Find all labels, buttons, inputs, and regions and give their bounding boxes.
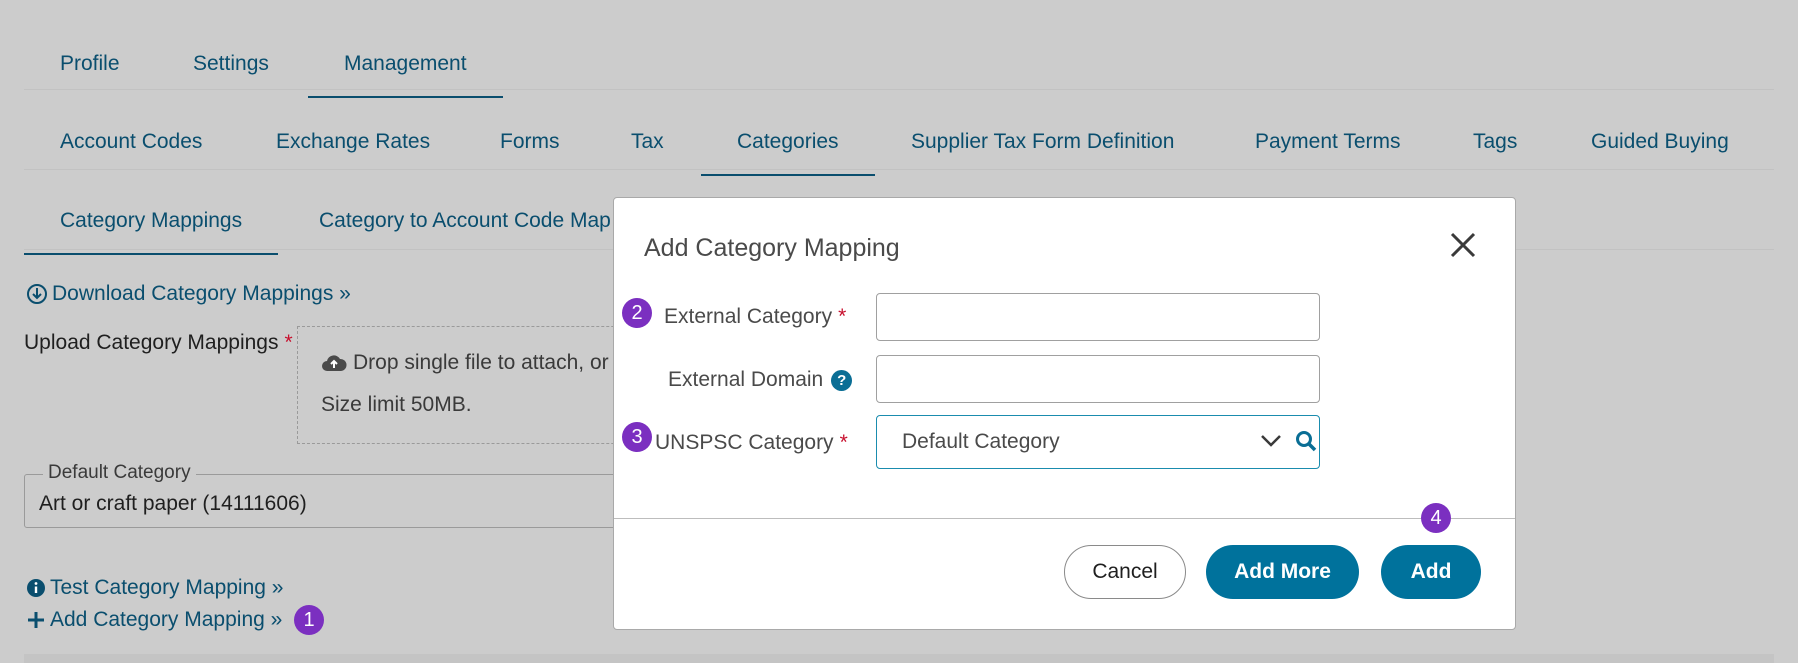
add-link-text: Add Category Mapping » [50,608,283,631]
cloud-upload-icon [322,355,347,371]
management-tab-bar: Account Codes Exchange Rates Forms Tax C… [24,89,1774,176]
test-category-mapping-link[interactable]: Test Category Mapping » [26,576,283,600]
external-domain-label: External Domain ? [668,368,853,392]
test-link-text: Test Category Mapping » [50,576,284,599]
search-icon[interactable] [1295,430,1317,452]
unspsc-category-select[interactable]: Default Category [876,415,1320,469]
step-badge-2: 2 [622,298,652,328]
step-badge-1: 1 [294,605,324,635]
tab-management[interactable]: Management [308,52,503,98]
tab-payment-terms[interactable]: Payment Terms [1255,130,1401,154]
tab-category-to-account-code[interactable]: Category to Account Code Map [319,209,611,233]
tab-supplier-tax-form-definition[interactable]: Supplier Tax Form Definition [911,130,1174,154]
size-limit-text: Size limit 50MB. [321,393,472,416]
required-marker: * [839,431,848,454]
tab-settings[interactable]: Settings [193,52,269,76]
step-badge-3: 3 [622,422,652,452]
external-domain-label-text: External Domain [668,368,824,391]
tab-account-codes[interactable]: Account Codes [60,130,202,154]
tab-forms[interactable]: Forms [500,130,560,154]
tab-category-mappings[interactable]: Category Mappings [23,209,279,255]
tab-guided-buying[interactable]: Guided Buying [1591,130,1729,154]
default-category-field[interactable]: Default Category Art or craft paper (141… [24,462,666,528]
modal-footer-divider [614,518,1515,519]
close-icon[interactable] [1446,228,1480,262]
add-button[interactable]: Add [1381,545,1481,599]
tab-exchange-rates[interactable]: Exchange Rates [276,130,430,154]
external-category-label-text: External Category [664,305,833,328]
step-badge-4: 4 [1421,503,1451,533]
download-category-mappings-link[interactable]: Download Category Mappings » [26,282,351,306]
upload-category-mappings-label: Upload Category Mappings * [24,331,293,355]
unspsc-category-label: UNSPSC Category * [655,431,848,455]
download-link-text: Download Category Mappings » [52,282,351,305]
plus-icon [28,612,44,628]
modal-title: Add Category Mapping [644,234,900,262]
add-category-mapping-link[interactable]: Add Category Mapping » [26,608,282,632]
chevron-down-icon[interactable] [1260,433,1282,449]
add-more-button[interactable]: Add More [1206,545,1359,599]
top-tab-bar: Profile Settings Management [24,0,1774,98]
tab-categories[interactable]: Categories [701,130,874,176]
cancel-button[interactable]: Cancel [1064,545,1186,599]
upload-label-text: Upload Category Mappings [24,331,279,354]
drop-zone-text: Drop single file to attach, or [353,351,609,374]
required-marker: * [284,331,293,354]
default-category-value: Art or craft paper (14111606) [39,492,307,515]
tab-tax[interactable]: Tax [631,130,664,154]
unspsc-category-label-text: UNSPSC Category [655,431,834,454]
tab-profile[interactable]: Profile [60,52,120,76]
bottom-bar [24,654,1774,663]
unspsc-category-value: Default Category [902,430,1060,453]
external-domain-input[interactable] [876,355,1320,403]
required-marker: * [838,305,847,328]
external-category-input[interactable] [876,293,1320,341]
default-category-legend: Default Category [43,462,196,484]
add-category-mapping-modal: Add Category Mapping 2 External Category… [613,197,1516,630]
external-category-label: External Category * [664,305,846,329]
help-icon[interactable]: ? [831,369,853,391]
tab-tags[interactable]: Tags [1473,130,1517,154]
download-circle-icon [27,284,47,304]
info-icon [27,579,45,597]
